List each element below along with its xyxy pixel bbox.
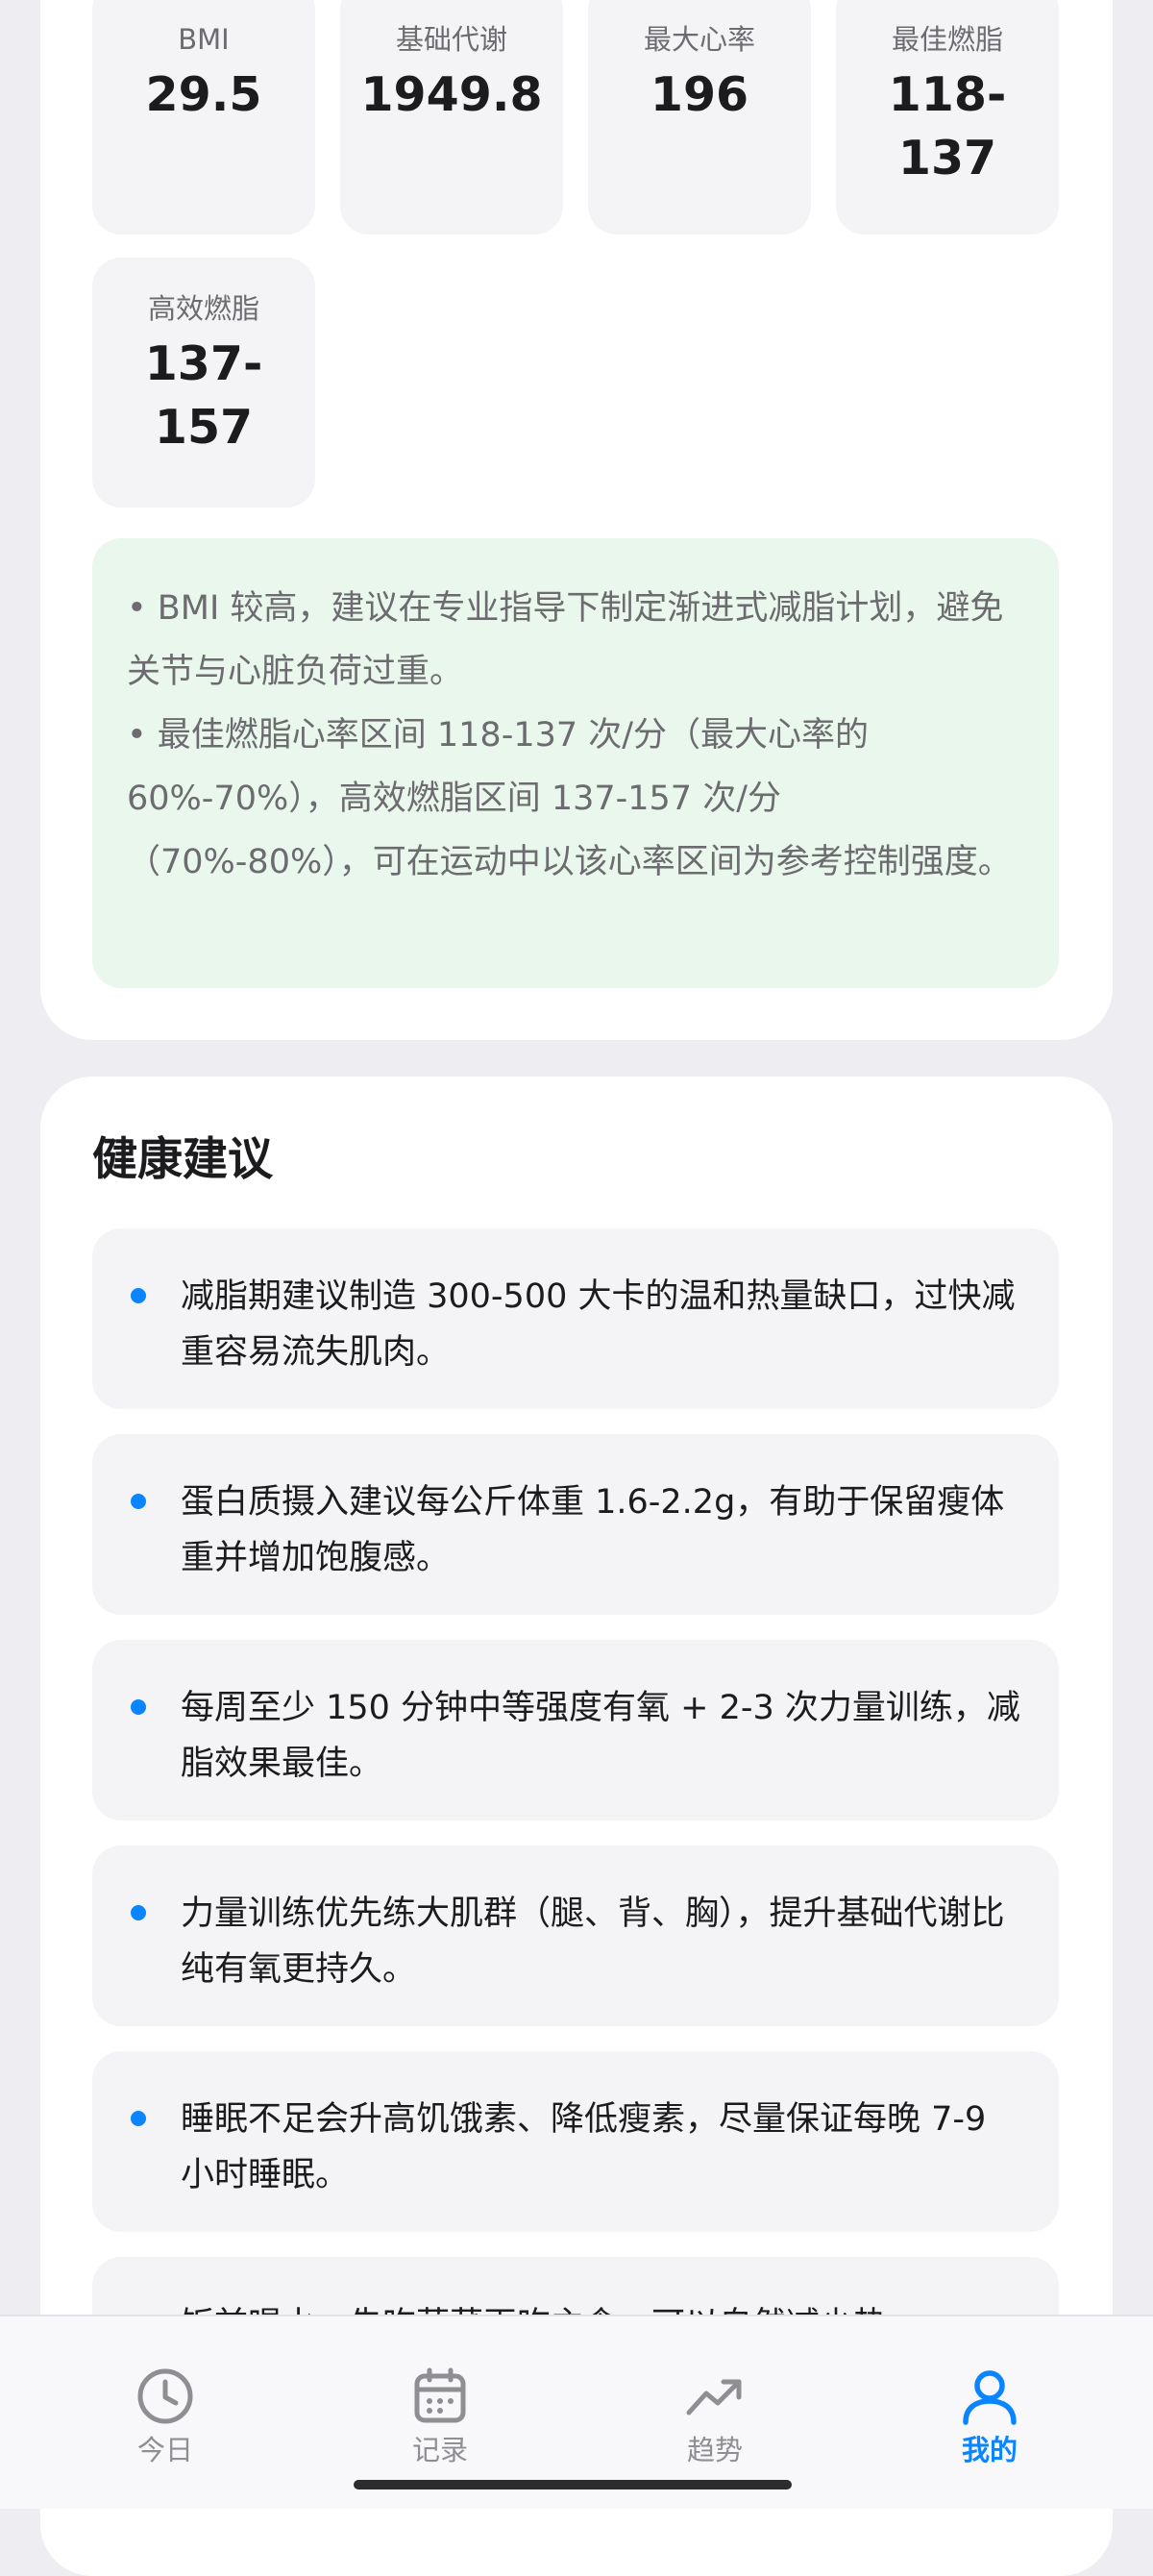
stat-value: 137-157 xyxy=(144,336,263,455)
advice-text: 力量训练优先练大肌群（腿、背、胸），提升基础代谢比纯有氧更持久。 xyxy=(181,1895,1005,1989)
clock-icon xyxy=(137,2368,193,2424)
stat-bmi: BMI 29.5 xyxy=(92,0,315,235)
stat-max-heart-rate: 最大心率 196 xyxy=(588,0,811,235)
bullet-dot-icon xyxy=(131,1905,146,1920)
advice-item: 力量训练优先练大肌群（腿、背、胸），提升基础代谢比纯有氧更持久。 xyxy=(92,1845,1059,2026)
stat-best-fat-burn: 最佳燃脂 118-137 xyxy=(836,0,1059,235)
advice-item: 睡眠不足会升高饥饿素、降低瘦素，尽量保证每晚 7-9 小时睡眠。 xyxy=(92,2051,1059,2232)
stat-label: 高效燃脂 xyxy=(147,292,259,325)
tip-bmi: • BMI 较高，建议在专业指导下制定渐进式减脂计划，避免关节与心脏负荷过重。 xyxy=(127,589,1004,691)
person-icon xyxy=(963,2370,1017,2425)
advice-item: 减脂期建议制造 300-500 大卡的温和热量缺口，过快减重容易流失肌肉。 xyxy=(92,1228,1059,1409)
stat-label: 基础代谢 xyxy=(395,23,507,56)
advice-item: 蛋白质摄入建议每公斤体重 1.6-2.2g，有助于保留瘦体重并增加饱腹感。 xyxy=(92,1434,1059,1615)
stat-value: 29.5 xyxy=(145,67,262,122)
advice-text: 减脂期建议制造 300-500 大卡的温和热量缺口，过快减重容易流失肌肉。 xyxy=(181,1277,1016,1372)
stat-label: BMI xyxy=(178,23,230,56)
tab-trends[interactable]: 趋势 xyxy=(619,2365,811,2468)
tab-label: 趋势 xyxy=(686,2434,743,2466)
home-indicator xyxy=(354,2480,792,2489)
bullet-dot-icon xyxy=(131,1699,146,1715)
stat-value: 1949.8 xyxy=(360,67,543,122)
stat-value: 196 xyxy=(650,67,749,122)
tab-label: 记录 xyxy=(411,2434,468,2466)
tab-records[interactable]: 记录 xyxy=(344,2365,536,2468)
tab-me[interactable]: 我的 xyxy=(894,2365,1086,2468)
section-title: 健康建议 xyxy=(92,1133,273,1186)
advice-text: 每周至少 150 分钟中等强度有氧 + 2-3 次力量训练，减脂效果最佳。 xyxy=(181,1689,1020,1783)
advice-text: 蛋白质摄入建议每公斤体重 1.6-2.2g，有助于保留瘦体重并增加饱腹感。 xyxy=(181,1483,1005,1577)
bullet-dot-icon xyxy=(131,1494,146,1509)
metrics-tips: • BMI 较高，建议在专业指导下制定渐进式减脂计划，避免关节与心脏负荷过重。 … xyxy=(92,538,1059,988)
tab-today[interactable]: 今日 xyxy=(69,2365,261,2468)
stat-label: 最佳燃脂 xyxy=(891,23,1003,56)
bullet-dot-icon xyxy=(131,2111,146,2126)
advice-item: 每周至少 150 分钟中等强度有氧 + 2-3 次力量训练，减脂效果最佳。 xyxy=(92,1640,1059,1821)
tab-label: 我的 xyxy=(961,2434,1018,2466)
advice-text: 睡眠不足会升高饥饿素、降低瘦素，尽量保证每晚 7-9 小时睡眠。 xyxy=(181,2100,987,2194)
stat-label: 最大心率 xyxy=(643,23,755,56)
trend-icon xyxy=(686,2379,742,2415)
tip-heart-rate: • 最佳燃脂心率区间 118-137 次/分（最大心率的 60%-70%），高效… xyxy=(127,716,1012,881)
stat-efficient-fat-burn: 高效燃脂 137-157 xyxy=(92,258,315,508)
bullet-dot-icon xyxy=(131,1288,146,1303)
tab-label: 今日 xyxy=(136,2434,193,2466)
stat-bmr: 基础代谢 1949.8 xyxy=(340,0,563,235)
stat-value: 118-137 xyxy=(888,67,1007,186)
calendar-icon xyxy=(414,2367,466,2423)
